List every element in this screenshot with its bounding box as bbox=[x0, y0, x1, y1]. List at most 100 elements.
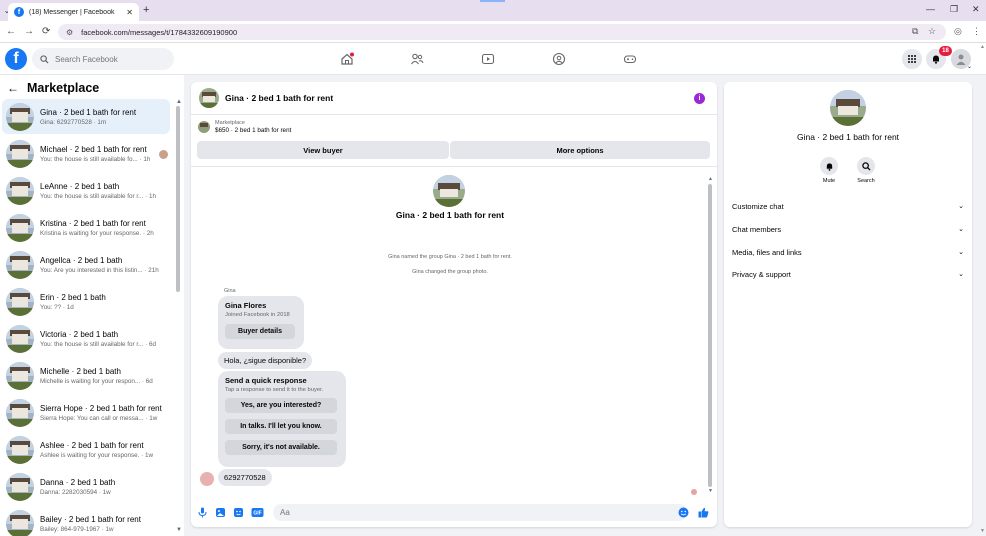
sidebar-scrollbar[interactable] bbox=[176, 106, 180, 292]
conversation-name: Michelle · 2 bed 1 bath bbox=[40, 366, 121, 376]
chat-scroll-down-icon[interactable]: ▼ bbox=[708, 488, 713, 494]
conversation-item[interactable]: Sierra Hope · 2 bed 1 bath for rent Sierr… bbox=[2, 395, 170, 430]
marketplace-listing[interactable]: Marketplace $650 · 2 bed 1 bath for rent bbox=[198, 120, 291, 134]
quick-response-option[interactable]: In talks. I'll let you know. bbox=[225, 419, 337, 434]
conversation-name: Erin · 2 bed 1 bath bbox=[40, 292, 106, 302]
browser-tab[interactable]: f (18) Messenger | Facebook ✕ bbox=[8, 3, 139, 21]
chat-title[interactable]: Gina · 2 bed 1 bath for rent bbox=[225, 93, 333, 103]
conversation-time: · 2h bbox=[142, 229, 154, 237]
chat-scrollbar[interactable] bbox=[708, 184, 712, 487]
search-label: Search bbox=[857, 178, 875, 184]
conversation-preview: You: the house is still available for r.… bbox=[40, 340, 144, 348]
message-input[interactable] bbox=[273, 504, 687, 521]
buyer-name: Gina Flores bbox=[225, 301, 267, 310]
svg-text:GIF: GIF bbox=[253, 511, 261, 517]
gif-icon[interactable]: GIF bbox=[251, 507, 264, 518]
mute-label: Mute bbox=[822, 178, 836, 184]
page-scroll-down-icon[interactable]: ▼ bbox=[980, 528, 985, 534]
chat-members-section[interactable]: Chat members ⌄ bbox=[732, 220, 964, 238]
privacy-support-section[interactable]: Privacy & support ⌄ bbox=[732, 265, 964, 283]
conversation-item[interactable]: Danna · 2 bed 1 bath Danna: 2282030594 · … bbox=[2, 469, 170, 504]
chat-info-panel: Gina · 2 bed 1 bath for rent Mute Search… bbox=[724, 82, 972, 527]
sidebar-title: Marketplace bbox=[27, 81, 100, 95]
group-photo bbox=[433, 175, 465, 207]
new-tab-icon[interactable]: + bbox=[143, 4, 149, 16]
scroll-down-icon[interactable]: ▼ bbox=[176, 527, 182, 533]
scroll-up-icon[interactable]: ▲ bbox=[176, 99, 182, 105]
watch-icon[interactable] bbox=[480, 51, 496, 67]
conversation-avatar bbox=[6, 102, 34, 131]
reload-icon[interactable]: ⟳ bbox=[42, 26, 50, 37]
microphone-icon[interactable] bbox=[197, 507, 208, 518]
search-icon bbox=[857, 157, 875, 175]
conversation-item[interactable]: Gina · 2 bed 1 bath for rent Gina: 629277… bbox=[2, 99, 170, 134]
mute-button[interactable]: Mute bbox=[814, 157, 844, 184]
site-info-icon[interactable]: ⚙ bbox=[66, 28, 73, 37]
conversation-name: Angellca · 2 bed 1 bath bbox=[40, 255, 123, 265]
conversation-avatar bbox=[6, 287, 34, 316]
more-options-button[interactable]: More options bbox=[450, 141, 710, 159]
window-close-icon[interactable]: ✕ bbox=[972, 4, 980, 15]
friends-icon[interactable] bbox=[409, 51, 425, 67]
page-scroll-up-icon[interactable]: ▲ bbox=[980, 44, 985, 50]
conversation-item[interactable]: Michael · 2 bed 1 bath for rent You: the … bbox=[2, 136, 170, 171]
conversation-item[interactable]: Victoria · 2 bed 1 bath You: the house is… bbox=[2, 321, 170, 356]
sticker-icon[interactable] bbox=[233, 507, 244, 518]
conversation-item[interactable]: Angellca · 2 bed 1 bath You: Are you inte… bbox=[2, 247, 170, 282]
restore-icon[interactable]: ❐ bbox=[950, 4, 958, 15]
view-buyer-button[interactable]: View buyer bbox=[197, 141, 449, 159]
groups-icon[interactable] bbox=[551, 51, 567, 67]
conversation-time: · 6d bbox=[141, 377, 153, 385]
account-chevron-icon[interactable]: ⌄ bbox=[967, 63, 972, 70]
conversation-name: Danna · 2 bed 1 bath bbox=[40, 477, 116, 487]
photo-icon[interactable] bbox=[215, 507, 226, 518]
tab-close-icon[interactable]: ✕ bbox=[126, 8, 133, 17]
profile-icon[interactable]: ◎ bbox=[954, 26, 962, 37]
info-icon[interactable]: i bbox=[694, 93, 705, 104]
listing-title: $650 · 2 bed 1 bath for rent bbox=[215, 127, 292, 134]
conversation-avatar bbox=[6, 398, 34, 427]
bookmark-star-icon[interactable]: ☆ bbox=[928, 26, 936, 37]
browser-tab-bar: ⌄ f (18) Messenger | Facebook ✕ + — ❐ ✕ bbox=[0, 0, 986, 21]
conversation-item[interactable]: Bailey · 2 bed 1 bath for rent Bailey: 86… bbox=[2, 506, 170, 536]
buyer-details-button[interactable]: Buyer details bbox=[225, 324, 295, 339]
back-arrow-icon[interactable]: ← bbox=[7, 81, 19, 95]
quick-response-option[interactable]: Sorry, it's not available. bbox=[225, 440, 337, 455]
url-field[interactable]: ⚙ facebook.com/messages/t/17843326091909… bbox=[58, 24, 946, 40]
message-bubble: Hola, ¿sigue disponible? bbox=[218, 352, 313, 369]
search-input[interactable] bbox=[55, 54, 165, 64]
customize-chat-section[interactable]: Customize chat ⌄ bbox=[732, 197, 964, 215]
cast-icon[interactable]: ⧉ bbox=[912, 26, 918, 37]
facebook-search[interactable] bbox=[32, 48, 174, 70]
sidebar-header: ← Marketplace bbox=[7, 81, 99, 95]
conversation-item[interactable]: Michelle · 2 bed 1 bath Michelle is waiti… bbox=[2, 358, 170, 393]
forward-icon[interactable]: → bbox=[24, 26, 34, 37]
chevron-down-icon: ⌄ bbox=[958, 249, 964, 256]
gaming-icon[interactable] bbox=[622, 51, 638, 67]
conversation-preview: Ashlee is waiting for your response. bbox=[40, 451, 140, 459]
conversation-item[interactable]: Ashlee · 2 bed 1 bath for rent Ashlee is … bbox=[2, 432, 170, 467]
chevron-down-icon: ⌄ bbox=[958, 271, 964, 278]
menu-grid-icon[interactable] bbox=[902, 49, 922, 69]
home-icon[interactable] bbox=[339, 51, 355, 67]
conversation-time: · 1d bbox=[62, 303, 74, 311]
chat-avatar[interactable] bbox=[199, 88, 219, 108]
section-label: Chat members bbox=[732, 224, 782, 234]
conversation-time: · 1h bbox=[145, 192, 156, 200]
conversation-time: · 1h bbox=[139, 155, 151, 163]
minimize-icon[interactable]: — bbox=[926, 4, 935, 14]
buyer-card: Gina Flores Joined Facebook in 2018 Buye… bbox=[218, 296, 304, 349]
search-in-chat-button[interactable]: Search bbox=[851, 157, 881, 184]
media-files-links-section[interactable]: Media, files and links ⌄ bbox=[732, 243, 964, 261]
chat-scroll-up-icon[interactable]: ▲ bbox=[708, 176, 713, 182]
conversation-item[interactable]: LeAnne · 2 bed 1 bath You: the house is s… bbox=[2, 173, 170, 208]
back-icon[interactable]: ← bbox=[6, 26, 16, 37]
quick-response-title: Send a quick response bbox=[225, 376, 307, 385]
conversation-item[interactable]: Erin · 2 bed 1 bath You: ?? · 1d bbox=[2, 284, 170, 319]
quick-response-option[interactable]: Yes, are you interested? bbox=[225, 398, 337, 413]
conversation-item[interactable]: Kristina · 2 bed 1 bath for rent Kristina… bbox=[2, 210, 170, 245]
browser-menu-icon[interactable]: ⋮ bbox=[972, 26, 981, 37]
emoji-icon[interactable] bbox=[678, 507, 689, 518]
like-thumb-icon[interactable] bbox=[698, 507, 709, 518]
facebook-logo-icon[interactable]: f bbox=[5, 48, 27, 70]
